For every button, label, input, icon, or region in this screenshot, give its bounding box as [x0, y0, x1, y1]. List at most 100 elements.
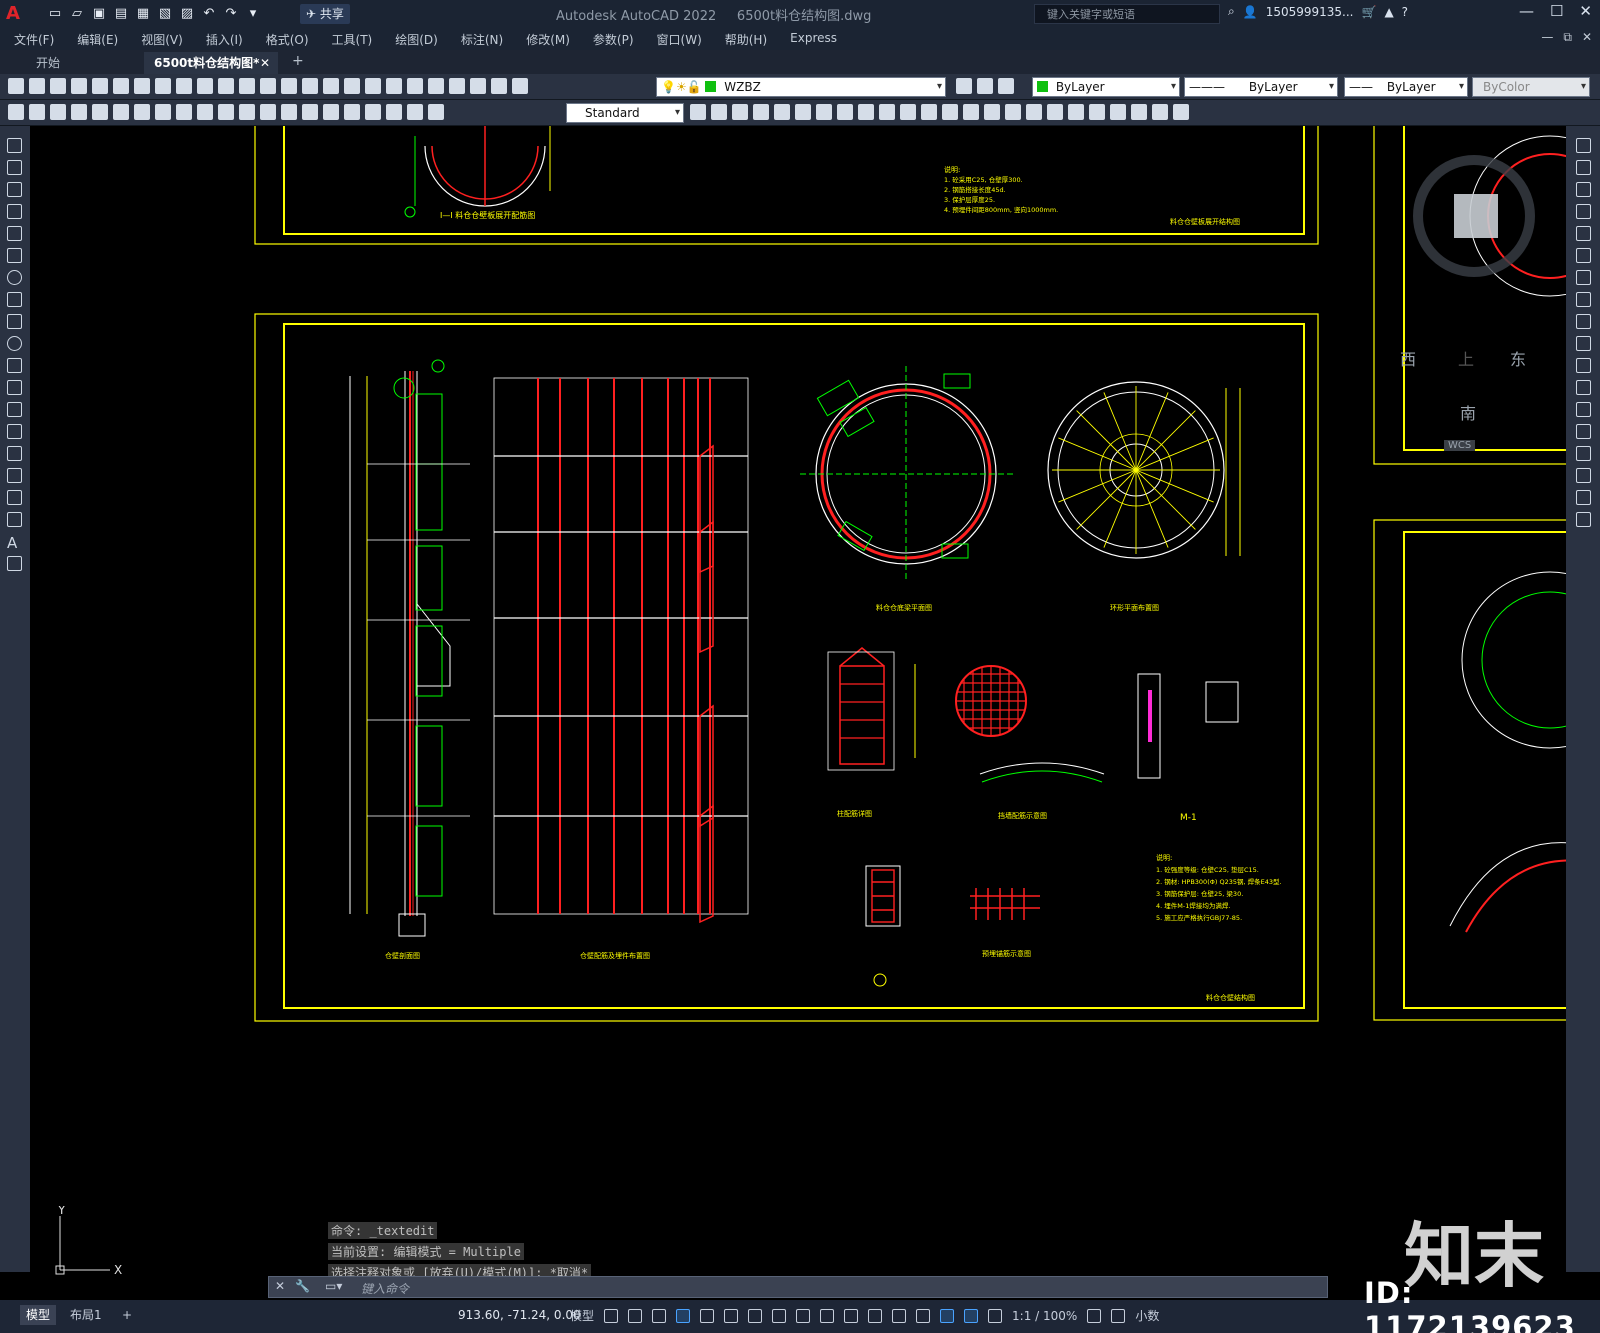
redo-icon[interactable]: ↷: [222, 5, 240, 23]
move-icon[interactable]: [1576, 248, 1591, 263]
redo-tb-icon[interactable]: [260, 78, 276, 94]
mirror-icon[interactable]: [1576, 182, 1591, 197]
sheetset-icon[interactable]: [428, 78, 444, 94]
matchprop-icon[interactable]: [197, 78, 213, 94]
array-icon[interactable]: [1576, 226, 1591, 241]
line-icon[interactable]: [7, 138, 22, 153]
ellipse-arc-icon[interactable]: [7, 358, 22, 373]
grid-icon[interactable]: [604, 1308, 619, 1323]
new-file-icon[interactable]: ▭: [46, 5, 64, 23]
torus-icon[interactable]: [816, 104, 832, 120]
layer-dropdown[interactable]: 💡☀🔓 WZBZ ▾: [656, 77, 946, 97]
gizmo-icon[interactable]: [940, 1308, 955, 1323]
center-mark-icon[interactable]: [302, 104, 318, 120]
3dalign-icon[interactable]: [1026, 104, 1042, 120]
lineweight-icon[interactable]: [796, 1308, 811, 1323]
object-snap-icon[interactable]: [772, 1308, 787, 1323]
tab-drawing[interactable]: 6500t料仓结构图* ✕: [144, 52, 278, 74]
publish-icon[interactable]: [113, 78, 129, 94]
menu-tools[interactable]: 工具(T): [332, 31, 373, 48]
copy-object-icon[interactable]: [1576, 160, 1591, 175]
qnew-icon[interactable]: [8, 78, 24, 94]
new-tab-button[interactable]: +: [292, 53, 304, 69]
undo-icon[interactable]: ↶: [200, 5, 218, 23]
scale-icon[interactable]: [1576, 292, 1591, 307]
offset-icon[interactable]: [1576, 204, 1591, 219]
design-center-icon[interactable]: [386, 78, 402, 94]
separate-icon[interactable]: [1152, 104, 1168, 120]
dim-continue-icon[interactable]: [218, 104, 234, 120]
copy-icon[interactable]: [155, 78, 171, 94]
pan-icon[interactable]: [281, 78, 297, 94]
menu-edit[interactable]: 编辑(E): [77, 31, 118, 48]
paste-icon[interactable]: [176, 78, 192, 94]
menu-help[interactable]: 帮助(H): [725, 31, 767, 48]
menu-format[interactable]: 格式(O): [266, 31, 309, 48]
tolerance-icon[interactable]: [281, 104, 297, 120]
zoom-realtime-icon[interactable]: [302, 78, 318, 94]
dim-diameter-icon[interactable]: [134, 104, 150, 120]
section-icon[interactable]: [1089, 104, 1105, 120]
close-cmd-icon[interactable]: ✕: [275, 1279, 285, 1293]
gradient-icon[interactable]: [7, 468, 22, 483]
spline-icon[interactable]: [7, 314, 22, 329]
infer-icon[interactable]: [652, 1308, 667, 1323]
3darray-icon[interactable]: [1047, 104, 1063, 120]
construction-line-icon[interactable]: [7, 160, 22, 175]
3d-osnap-icon[interactable]: [868, 1308, 883, 1323]
print-icon[interactable]: ▨: [178, 5, 196, 23]
tool-palette-icon[interactable]: [407, 78, 423, 94]
extrude-icon[interactable]: [837, 104, 853, 120]
quick-dim-icon[interactable]: [176, 104, 192, 120]
mtext-icon[interactable]: A: [7, 534, 22, 552]
annotation-scale[interactable]: 1:1 / 100%: [1012, 1309, 1077, 1323]
search-icon[interactable]: ⌕: [1228, 4, 1235, 19]
annotation-monitor-icon[interactable]: [1111, 1308, 1126, 1323]
cart-icon[interactable]: 🛒: [1361, 5, 1376, 19]
tab-close-icon[interactable]: ✕: [260, 52, 270, 74]
menu-modify[interactable]: 修改(M): [526, 31, 570, 48]
intersect-icon[interactable]: [963, 104, 979, 120]
dim-break-icon[interactable]: [260, 104, 276, 120]
menu-insert[interactable]: 插入(I): [206, 31, 243, 48]
undo-tb-icon[interactable]: [239, 78, 255, 94]
dim-ordinate-icon[interactable]: [71, 104, 87, 120]
preview-icon[interactable]: [92, 78, 108, 94]
save-tb-icon[interactable]: [50, 78, 66, 94]
make-block-icon[interactable]: [7, 402, 22, 417]
dim-angular-icon[interactable]: [155, 104, 171, 120]
search-input[interactable]: 键入关键字或短语: [1034, 4, 1220, 24]
3dmove-icon[interactable]: [984, 104, 1000, 120]
layer-states-icon[interactable]: [998, 78, 1014, 94]
rectangle-icon[interactable]: [7, 226, 22, 241]
color-dropdown[interactable]: ByLayer ▾: [1032, 77, 1180, 97]
explode-icon[interactable]: [1576, 512, 1591, 527]
units-setting[interactable]: 小数: [1135, 1307, 1159, 1324]
chamfer-icon[interactable]: [1576, 446, 1591, 461]
dim-radius-icon[interactable]: [92, 104, 108, 120]
text-style-dropdown[interactable]: Standard ▾: [566, 103, 684, 123]
doc-minimize-button[interactable]: —: [1541, 30, 1553, 45]
a360-icon[interactable]: ▲: [1384, 5, 1393, 19]
dim-linear-icon[interactable]: [8, 104, 24, 120]
viewcube-west[interactable]: 西: [1400, 346, 1416, 370]
recent-commands-icon[interactable]: ▭▾: [325, 1279, 342, 1293]
dim-update-icon[interactable]: [407, 104, 423, 120]
space-toggle[interactable]: 模型: [570, 1307, 594, 1324]
dim-style-icon[interactable]: [428, 104, 444, 120]
autocad-logo-icon[interactable]: A: [6, 3, 34, 25]
cut-icon[interactable]: [134, 78, 150, 94]
sweep-icon[interactable]: [879, 104, 895, 120]
share-button[interactable]: ✈ 共享: [300, 4, 350, 24]
shell-icon[interactable]: [1110, 104, 1126, 120]
add-selected-icon[interactable]: [7, 556, 22, 571]
object-snap-tracking-icon[interactable]: [748, 1308, 763, 1323]
selection-filter-icon[interactable]: [916, 1308, 931, 1323]
save-as-icon[interactable]: ▤: [112, 5, 130, 23]
doc-close-button[interactable]: ✕: [1582, 30, 1592, 45]
break-at-point-icon[interactable]: [1576, 380, 1591, 395]
help-tb-icon[interactable]: [491, 78, 507, 94]
menu-view[interactable]: 视图(V): [141, 31, 183, 48]
customize-cmd-icon[interactable]: 🔧: [295, 1279, 310, 1293]
dim-style-manager-icon[interactable]: [690, 104, 706, 120]
